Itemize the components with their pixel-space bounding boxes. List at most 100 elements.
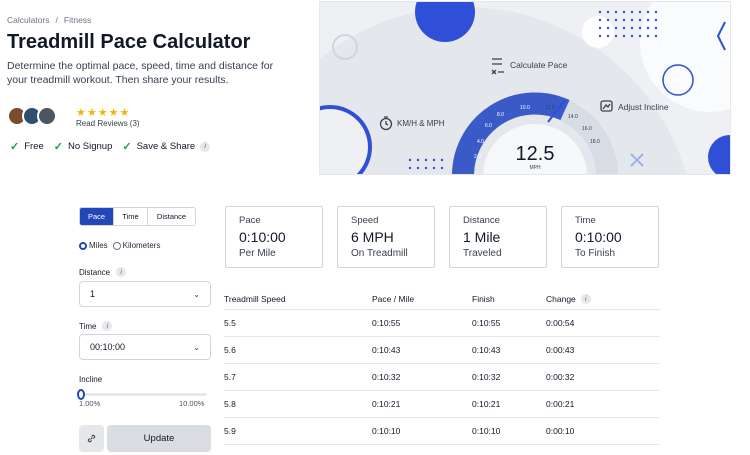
table-cell: 5.9 xyxy=(224,426,236,436)
gauge-tick: 16.0 xyxy=(582,126,592,132)
gauge-tick: 6.0 xyxy=(485,123,492,129)
rating-stars: ★★★★★ xyxy=(76,107,131,119)
table-cell: 5.6 xyxy=(224,345,236,355)
speed-table: Treadmill Speed Pace / Mile Finish Chang… xyxy=(224,289,660,445)
gauge-speed-unit: MPH xyxy=(529,165,541,171)
feature-free: ✓ Free xyxy=(10,140,44,153)
table-row: 5.6 0:10:43 0:10:43 0:00:43 xyxy=(224,337,660,364)
chevron-down-icon: ⌄ xyxy=(193,289,200,299)
page-description: Determine the optimal pace, speed, time … xyxy=(7,60,274,86)
table-cell: 0:10:43 xyxy=(472,345,501,355)
table-cell: 0:10:32 xyxy=(472,372,501,382)
table-cell: 0:00:32 xyxy=(546,372,575,382)
feature-label: No Signup xyxy=(67,141,113,152)
breadcrumb-fitness[interactable]: Fitness xyxy=(64,15,91,25)
update-button[interactable]: Update xyxy=(107,425,211,452)
gauge-tick: 4.0 xyxy=(477,139,484,145)
table-cell: 0:10:55 xyxy=(372,318,401,328)
table-cell: 0:10:55 xyxy=(472,318,501,328)
read-reviews-link[interactable]: Read Reviews (3) xyxy=(76,119,140,128)
avatar xyxy=(37,106,57,126)
tab-time[interactable]: Time xyxy=(114,208,148,225)
result-card-distance: Distance 1 Mile Traveled xyxy=(449,206,547,268)
result-card-speed: Speed 6 MPH On Treadmill xyxy=(337,206,435,268)
time-value: 00:10:00 xyxy=(90,342,126,352)
distance-select[interactable]: 1 ⌄ xyxy=(79,281,211,307)
hero-calc-label: Calculate Pace xyxy=(510,60,568,70)
incline-max: 10.00% xyxy=(179,399,205,408)
time-select[interactable]: 00:10:00 ⌄ xyxy=(79,334,211,360)
check-icon: ✓ xyxy=(53,141,63,153)
card-label: Speed xyxy=(351,215,379,226)
gauge-speed-value: 12.5 xyxy=(515,143,555,165)
incline-slider-track[interactable] xyxy=(79,393,207,396)
feature-list: ✓ Free ✓ No Signup ✓ Save & Share i xyxy=(10,140,211,153)
card-label: Pace xyxy=(239,215,261,226)
radio-empty-icon xyxy=(112,241,121,250)
incline-label: Incline xyxy=(79,375,103,384)
table-header: Treadmill Speed Pace / Mile Finish Chang… xyxy=(224,289,660,310)
table-cell: 0:00:54 xyxy=(546,318,575,328)
table-cell: 0:10:32 xyxy=(372,372,401,382)
card-value: 0:10:00 xyxy=(575,229,622,245)
page-title: Treadmill Pace Calculator xyxy=(7,31,251,53)
time-label-row: Time i xyxy=(79,321,113,331)
gauge-tick: 18.0 xyxy=(590,139,600,145)
check-icon: ✓ xyxy=(122,141,132,153)
tab-pace[interactable]: Pace xyxy=(80,208,114,225)
breadcrumb-separator: / xyxy=(55,15,58,25)
time-label: Time xyxy=(79,321,97,331)
card-subtitle: Per Mile xyxy=(239,248,276,259)
miles-radio[interactable]: Miles xyxy=(79,241,108,250)
distance-value: 1 xyxy=(90,289,96,299)
table-row: 5.9 0:10:10 0:10:10 0:00:10 xyxy=(224,418,660,445)
header-finish: Finish xyxy=(472,294,495,304)
kilometers-label: Kilometers xyxy=(122,241,161,250)
table-cell: 0:00:21 xyxy=(546,399,575,409)
info-icon[interactable]: i xyxy=(200,141,211,152)
info-icon[interactable]: i xyxy=(102,321,113,331)
feature-label: Save & Share xyxy=(136,141,196,152)
feature-save-share: ✓ Save & Share i xyxy=(122,140,211,153)
card-subtitle: Traveled xyxy=(463,248,502,259)
chevron-down-icon: ⌄ xyxy=(193,342,200,352)
header-change: Change i xyxy=(546,294,660,304)
gauge-tick: 10.0 xyxy=(520,105,530,111)
info-icon[interactable]: i xyxy=(580,294,591,304)
header-change-label: Change xyxy=(546,294,576,304)
share-link-button[interactable] xyxy=(79,425,104,452)
mode-toggle: Pace Time Distance xyxy=(79,207,196,226)
breadcrumb-calculators[interactable]: Calculators xyxy=(7,15,50,25)
card-value: 0:10:00 xyxy=(239,229,286,245)
check-icon: ✓ xyxy=(10,141,20,153)
result-card-pace: Pace 0:10:00 Per Mile xyxy=(225,206,323,268)
tab-distance[interactable]: Distance xyxy=(148,208,195,225)
header-pace: Pace / Mile xyxy=(372,294,415,304)
table-cell: 0:10:10 xyxy=(372,426,401,436)
card-subtitle: To Finish xyxy=(575,248,616,259)
hero-kmh-label: KM/H & MPH xyxy=(397,119,445,128)
table-cell: 0:10:10 xyxy=(472,426,501,436)
gauge-tick: 14.0 xyxy=(568,114,578,120)
gauge-tick: 8.0 xyxy=(497,112,504,118)
table-cell: 0:00:10 xyxy=(546,426,575,436)
info-icon[interactable]: i xyxy=(116,267,127,277)
card-value: 6 MPH xyxy=(351,229,394,245)
table-cell: 0:10:21 xyxy=(472,399,501,409)
table-cell: 0:10:43 xyxy=(372,345,401,355)
distance-label-row: Distance i xyxy=(79,267,127,277)
incline-min: 1.00% xyxy=(79,399,101,408)
card-label: Time xyxy=(575,215,596,226)
hero-incline-label: Adjust Incline xyxy=(618,102,669,112)
table-cell: 0:00:43 xyxy=(546,345,575,355)
breadcrumb: Calculators / Fitness xyxy=(7,15,91,25)
result-card-time: Time 0:10:00 To Finish xyxy=(561,206,659,268)
unit-radio-group: Miles Kilometers xyxy=(79,241,160,250)
radio-selected-icon xyxy=(79,241,87,250)
link-icon xyxy=(87,434,96,443)
gauge-tick: 2.0 xyxy=(474,154,481,160)
kilometers-radio[interactable]: Kilometers xyxy=(112,241,161,250)
table-cell: 5.7 xyxy=(224,372,236,382)
header-treadmill-speed: Treadmill Speed xyxy=(224,294,286,304)
table-row: 5.5 0:10:55 0:10:55 0:00:54 xyxy=(224,310,660,337)
